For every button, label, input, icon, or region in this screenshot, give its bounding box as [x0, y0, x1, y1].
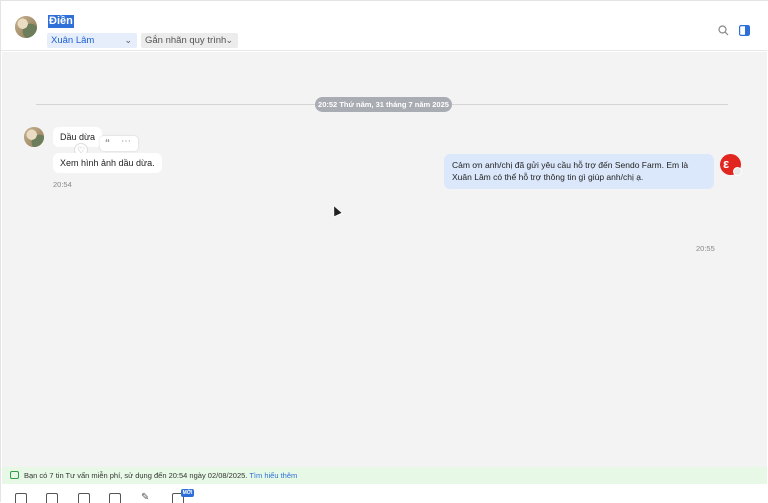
chat-window: Điền Xuân Lâm ⌄ Gắn nhãn quy trình ⌄ 20:…	[0, 0, 768, 503]
mouse-cursor	[329, 203, 343, 218]
contact-name[interactable]: Điền	[48, 15, 74, 28]
incoming-message-2[interactable]: Xem hình ảnh dầu dừa.	[53, 153, 162, 173]
chevron-down-icon: ⌄	[225, 35, 233, 45]
incoming-time: 20:54	[53, 180, 72, 189]
message-list: 20:52 Thứ năm, 31 tháng 7 năm 2025 Dầu d…	[2, 52, 767, 467]
quote-icon[interactable]: “	[105, 136, 110, 151]
free-consult-notice: Bạn có 7 tin Tư vấn miễn phí, sử dụng đế…	[2, 467, 767, 484]
outgoing-time: 20:55	[696, 244, 715, 253]
process-tag-label: Gắn nhãn quy trình	[145, 35, 227, 46]
date-separator: 20:52 Thứ năm, 31 tháng 7 năm 2025	[315, 97, 452, 112]
assignee-label: Xuân Lâm	[51, 35, 95, 46]
learn-more-link[interactable]: Tìm hiểu thêm	[249, 471, 297, 480]
contact-avatar[interactable]	[15, 16, 37, 38]
message-actions: “ ⋯	[100, 136, 138, 151]
sendo-avatar: ε	[720, 154, 742, 176]
assignee-dropdown[interactable]: Xuân Lâm ⌄	[47, 33, 137, 48]
notice-text: Bạn có 7 tin Tư vấn miễn phí, sử dụng đế…	[24, 471, 250, 480]
panel-toggle-icon[interactable]	[739, 25, 751, 39]
outgoing-message[interactable]: Cảm ơn anh/chị đã gửi yêu cầu hỗ trợ đến…	[444, 154, 714, 189]
chevron-down-icon: ⌄	[124, 35, 132, 45]
search-icon[interactable]	[718, 25, 729, 39]
chat-bubble-icon	[10, 471, 19, 479]
process-tag-dropdown[interactable]: Gắn nhãn quy trình ⌄	[141, 33, 238, 48]
incoming-avatar[interactable]	[24, 127, 44, 147]
conversation-header: Điền Xuân Lâm ⌄ Gắn nhãn quy trình ⌄	[1, 5, 767, 51]
more-icon[interactable]: ⋯	[121, 134, 131, 149]
new-badge: MỚI	[181, 489, 194, 497]
